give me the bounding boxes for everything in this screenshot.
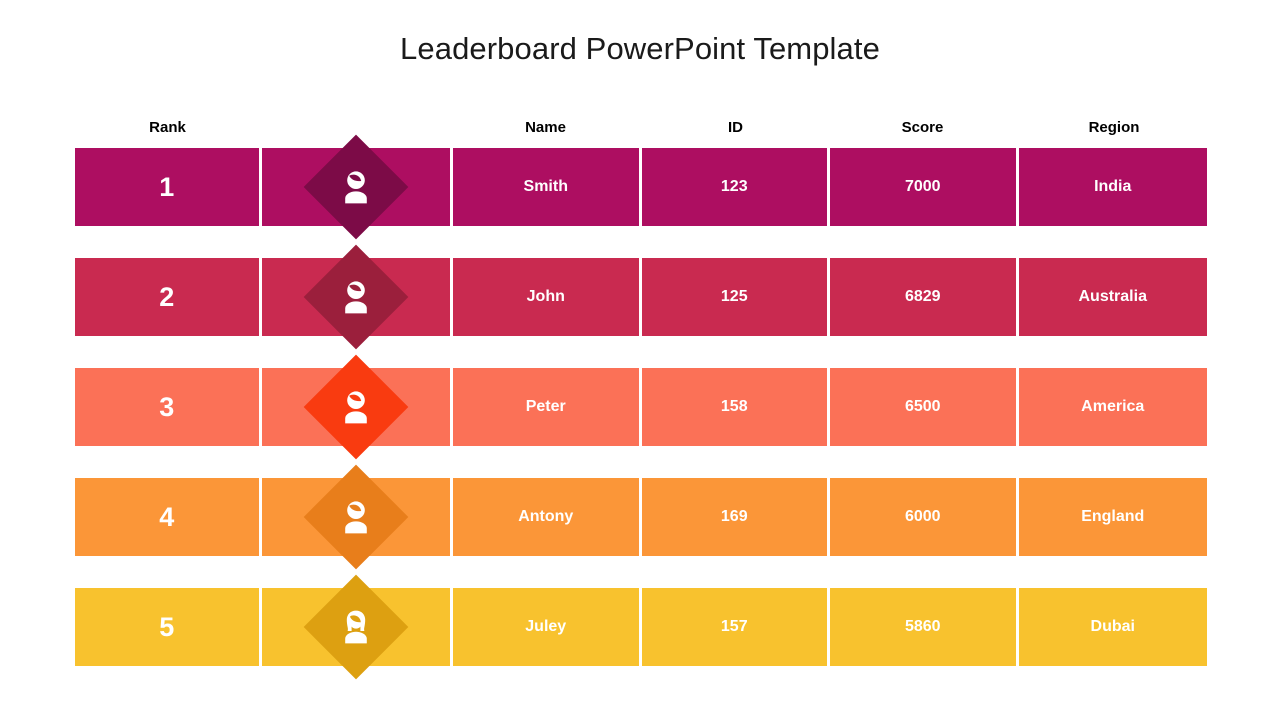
- person-male-icon: [303, 244, 409, 350]
- cell-avatar: [261, 134, 450, 240]
- page-title: Leaderboard PowerPoint Template: [400, 31, 880, 66]
- cell-avatar: [261, 244, 450, 350]
- leaderboard-slide: Leaderboard PowerPoint Template Rank Name…: [0, 0, 1280, 720]
- person-male-icon: [303, 354, 409, 460]
- cell-avatar: [261, 354, 450, 460]
- cell-name: Smith: [453, 148, 639, 226]
- cell-score: 6500: [830, 368, 1016, 446]
- cell-id: 169: [641, 478, 827, 556]
- avatar: [319, 590, 393, 664]
- table-row[interactable]: 3 Peter 158 6500 America: [75, 354, 1207, 460]
- cell-region: Australia: [1018, 258, 1207, 336]
- cell-rank: 2: [75, 258, 259, 336]
- cell-id: 125: [641, 258, 827, 336]
- cell-score: 6000: [830, 478, 1016, 556]
- column-header-id: ID: [728, 119, 743, 136]
- cell-id: 123: [641, 148, 827, 226]
- avatar: [319, 370, 393, 444]
- person-female-icon: [303, 574, 409, 680]
- cell-rank: 4: [75, 478, 259, 556]
- cell-avatar: [261, 464, 450, 570]
- column-header-name: Name: [525, 119, 566, 136]
- cell-name: Antony: [453, 478, 639, 556]
- cell-rank: 1: [75, 148, 259, 226]
- cell-name: Peter: [453, 368, 639, 446]
- cell-rank: 3: [75, 368, 259, 446]
- person-male-icon: [303, 134, 409, 240]
- table-row[interactable]: 2 John 125 6829 Australia: [75, 244, 1207, 350]
- cell-region: America: [1018, 368, 1207, 446]
- leaderboard-table: 1 Smith 123 7000 India 2 John 125 6829 Australia 3…: [75, 134, 1207, 680]
- cell-region: England: [1018, 478, 1207, 556]
- column-header-rank: Rank: [149, 119, 186, 136]
- cell-id: 158: [641, 368, 827, 446]
- table-row[interactable]: 4 Antony 169 6000 England: [75, 464, 1207, 570]
- cell-name: John: [453, 258, 639, 336]
- cell-region: India: [1018, 148, 1207, 226]
- cell-avatar: [261, 574, 450, 680]
- table-row[interactable]: 1 Smith 123 7000 India: [75, 134, 1207, 240]
- table-row[interactable]: 5 Juley 157 5860 Dubai: [75, 574, 1207, 680]
- avatar: [319, 480, 393, 554]
- column-header-region: Region: [1088, 119, 1140, 136]
- person-male-icon: [303, 464, 409, 570]
- column-header-score: Score: [901, 119, 944, 136]
- cell-region: Dubai: [1018, 588, 1207, 666]
- cell-score: 7000: [830, 148, 1016, 226]
- avatar: [319, 150, 393, 224]
- cell-rank: 5: [75, 588, 259, 666]
- cell-score: 5860: [830, 588, 1016, 666]
- cell-score: 6829: [830, 258, 1016, 336]
- cell-name: Juley: [453, 588, 639, 666]
- avatar: [319, 260, 393, 334]
- cell-id: 157: [641, 588, 827, 666]
